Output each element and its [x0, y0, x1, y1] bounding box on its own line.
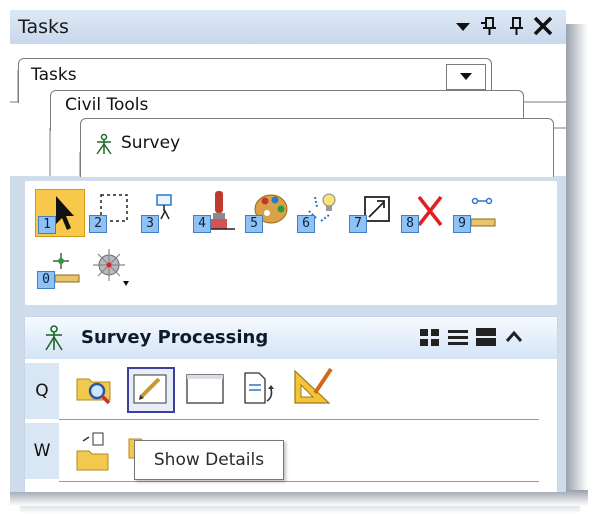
grid-view-icon[interactable] [417, 323, 443, 351]
row-key-w: W [25, 423, 59, 479]
tool-measure-point-button[interactable]: 0 [35, 245, 83, 291]
window-shadow-bottom-fade [20, 506, 580, 514]
triangle-ruler-icon [294, 367, 333, 404]
tool-number: 5 [245, 215, 263, 233]
tool-delete-button[interactable]: 8 [399, 189, 447, 235]
tool-selection-rect-button[interactable]: 2 [87, 189, 135, 235]
blank-window-button[interactable] [181, 367, 229, 413]
search-folder-icon [76, 378, 111, 405]
import-document-button[interactable] [235, 367, 283, 413]
tab-survey-label: Survey [121, 133, 181, 153]
window-shadow-bottom [10, 490, 588, 506]
tool-palette-button[interactable]: 5 [243, 189, 291, 235]
survey-processing-header[interactable]: Survey Processing [24, 316, 558, 360]
search-folder-button[interactable] [73, 367, 121, 413]
open-folder-icon [76, 432, 109, 471]
tool-measure-distance-button[interactable]: 9 [451, 189, 499, 235]
window-shadow-right [566, 24, 588, 494]
tool-paint-button[interactable]: 4 [191, 189, 239, 235]
list-view-icon[interactable] [445, 323, 471, 351]
tool-highlight-button[interactable]: 6 [295, 189, 343, 235]
tool-number: 0 [37, 271, 55, 289]
open-folder-button[interactable] [73, 429, 121, 475]
tool-snap-button[interactable] [87, 245, 135, 291]
tasks-dropdown-button[interactable] [446, 64, 486, 90]
blank-window-icon [186, 374, 224, 404]
autohide-pin-icon[interactable] [504, 12, 530, 40]
import-document-icon [244, 372, 274, 404]
dock-pin-icon[interactable] [477, 12, 503, 40]
tool-place-button[interactable]: 3 [139, 189, 187, 235]
tasks-window: Tasks Tasks Civil Tools Survey 1 2 3 4 5… [10, 10, 566, 492]
window-title: Tasks [18, 16, 69, 38]
element-tools-panel: 1 2 3 4 5 6 7 8 9 0 [24, 180, 558, 306]
row-divider [59, 419, 539, 420]
tool-select-button[interactable]: 1 [35, 189, 85, 237]
tab-tasks-label: Tasks [31, 65, 77, 85]
tool-number: 9 [453, 215, 471, 233]
tool-number: 7 [349, 215, 367, 233]
tool-number: 6 [297, 215, 315, 233]
row-key-q: Q [25, 363, 59, 419]
survey-tripod-icon [96, 133, 112, 155]
tool-number: 3 [141, 215, 159, 233]
survey-processing-title: Survey Processing [81, 327, 269, 348]
tool-number: 2 [89, 215, 107, 233]
show-details-tooltip: Show Details [134, 440, 284, 480]
close-icon[interactable] [530, 12, 556, 40]
survey-tripod-icon [45, 325, 63, 351]
snap-target-icon [93, 249, 129, 286]
triangle-ruler-button[interactable] [289, 363, 337, 409]
title-bar: Tasks [10, 10, 566, 45]
chevron-down-icon [460, 73, 472, 80]
survey-processing-body: Q W [24, 359, 558, 492]
tool-number: 8 [401, 215, 419, 233]
row-divider [59, 481, 539, 482]
collapse-chevron-icon[interactable] [501, 323, 527, 351]
tab-survey[interactable]: Survey [80, 118, 554, 177]
show-details-button[interactable] [127, 367, 175, 413]
task-tabs: Tasks Civil Tools Survey [10, 44, 566, 177]
detail-view-icon[interactable] [473, 323, 499, 351]
tab-civil-tools-label: Civil Tools [65, 95, 149, 115]
tool-number: 1 [38, 216, 56, 234]
tool-fit-view-button[interactable]: 7 [347, 189, 395, 235]
edit-pencil-icon [133, 374, 167, 404]
dropdown-menu-icon[interactable] [450, 12, 476, 40]
tool-number: 4 [193, 215, 211, 233]
